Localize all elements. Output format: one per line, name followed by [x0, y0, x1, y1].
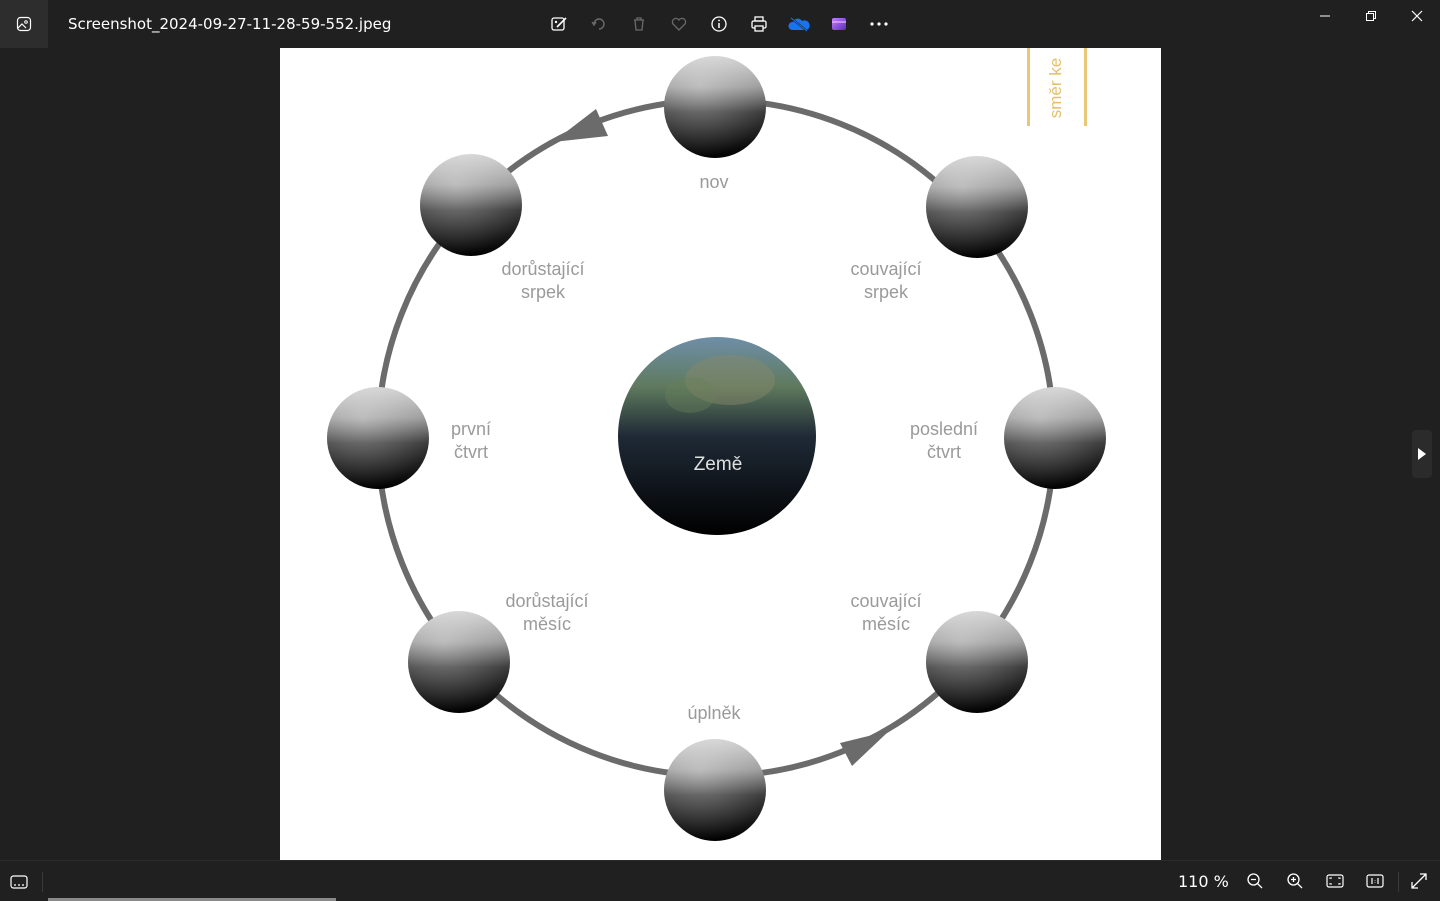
label-prvni-ctvrt: první čtvrt: [450, 419, 492, 462]
photos-app-icon[interactable]: [0, 0, 48, 48]
zoom-level[interactable]: 110 %: [1178, 872, 1229, 891]
label-dorustajici-srpek: dorůstající srpek: [501, 259, 585, 302]
edit-image-icon[interactable]: [547, 12, 571, 36]
actual-size-icon[interactable]: [1364, 870, 1386, 892]
window-title: Screenshot_2024-09-27-11-28-59-552.jpeg: [68, 15, 392, 33]
moon-full: [664, 739, 766, 841]
fit-to-window-icon[interactable]: [1324, 870, 1346, 892]
moon-new: [664, 56, 766, 158]
onedrive-icon[interactable]: [787, 12, 811, 36]
label-couvajici-mesic: couvající měsíc: [850, 591, 922, 634]
restore-button[interactable]: [1356, 4, 1386, 28]
label-uplnek: úplněk: [687, 703, 741, 723]
filmstrip-icon[interactable]: [8, 871, 30, 893]
clipchamp-icon[interactable]: [827, 12, 851, 36]
status-bar: 110 %: [0, 860, 1440, 901]
print-icon[interactable]: [747, 12, 771, 36]
zoom-out-icon[interactable]: [1244, 870, 1266, 892]
divider: [1398, 872, 1399, 892]
direction-label: směr ke: [1046, 57, 1065, 119]
label-posledni-ctvrt: poslední čtvrt: [909, 419, 979, 462]
more-icon[interactable]: [867, 12, 891, 36]
earth: [618, 337, 816, 535]
rotate-icon[interactable]: [587, 12, 611, 36]
info-icon[interactable]: [707, 12, 731, 36]
minimize-button[interactable]: [1310, 4, 1340, 28]
fullscreen-icon[interactable]: [1408, 870, 1430, 892]
close-button[interactable]: [1402, 4, 1432, 28]
play-right-icon: [1418, 448, 1426, 460]
moon-first-quarter: [327, 387, 429, 489]
orbit-arrow-bottom: [840, 731, 889, 766]
earth-label: Země: [693, 454, 743, 475]
title-bar: Screenshot_2024-09-27-11-28-59-552.jpeg: [0, 0, 1440, 48]
moon-waning-crescent: [926, 156, 1028, 258]
orbit-arrow-top: [553, 109, 608, 142]
label-nov: nov: [699, 172, 729, 192]
label-dorustajici-mesic: dorůstající měsíc: [505, 591, 589, 634]
delete-icon[interactable]: [627, 12, 651, 36]
moon-last-quarter: [1004, 387, 1106, 489]
next-image-button[interactable]: [1412, 430, 1432, 478]
zoom-in-icon[interactable]: [1284, 870, 1306, 892]
label-couvajici-srpek: couvající srpek: [850, 259, 922, 302]
favorite-icon[interactable]: [667, 12, 691, 36]
divider: [42, 872, 43, 892]
moon-waxing-crescent: [420, 154, 522, 256]
